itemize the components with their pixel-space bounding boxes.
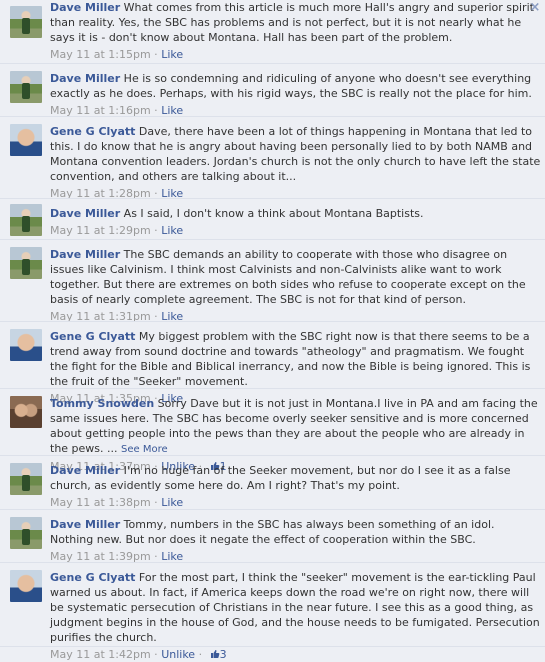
avatar[interactable]	[10, 396, 42, 428]
avatar[interactable]	[10, 570, 42, 602]
comment-item: Gene G Clyatt Dave, there have been a lo…	[0, 118, 545, 201]
meta-separator: ·	[150, 224, 162, 237]
comment-meta: May 11 at 1:29pm · Like	[50, 224, 541, 238]
meta-separator: ·	[150, 310, 162, 323]
comment-author[interactable]: Gene G Clyatt	[50, 330, 135, 343]
comment-timestamp[interactable]: May 11 at 1:29pm	[50, 224, 151, 237]
comment-text: What comes from this article is much mor…	[50, 1, 534, 44]
comment-item: Dave Miller As I said, I don't know a th…	[0, 200, 545, 240]
avatar[interactable]	[10, 463, 42, 495]
like-count[interactable]: 3	[220, 648, 227, 661]
comment-author[interactable]: Dave Miller	[50, 518, 120, 531]
comment-item: Tommy Snowden Sorry Dave but it is not j…	[0, 390, 545, 473]
comment-timestamp[interactable]: May 11 at 1:42pm	[50, 648, 151, 661]
comment-timestamp[interactable]: May 11 at 1:28pm	[50, 187, 151, 200]
comment-body: Dave Miller As I said, I don't know a th…	[50, 206, 541, 238]
meta-separator: ·	[150, 104, 162, 117]
meta-separator: ·	[195, 648, 206, 661]
comment-item: Gene G Clyatt For the most part, I think…	[0, 564, 545, 661]
comment-item: Dave Miller I'm no huge fan of the Seeke…	[0, 457, 545, 510]
like-link[interactable]: Like	[161, 187, 183, 200]
comment-item: Gene G Clyatt My biggest problem with th…	[0, 323, 545, 405]
comment-author[interactable]: Dave Miller	[50, 1, 120, 14]
like-link[interactable]: Like	[161, 550, 183, 563]
comment-timestamp[interactable]: May 11 at 1:15pm	[50, 48, 151, 61]
comment-author[interactable]: Dave Miller	[50, 72, 120, 85]
comment-item: Dave Miller What comes from this article…	[0, 0, 545, 64]
avatar[interactable]	[10, 204, 42, 236]
close-icon[interactable]: ×	[529, 1, 541, 14]
comment-timestamp[interactable]: May 11 at 1:16pm	[50, 104, 151, 117]
comment-body: Dave Miller He is so condemning and ridi…	[50, 71, 541, 118]
comment-author[interactable]: Dave Miller	[50, 464, 120, 477]
comment-item: Dave Miller The SBC demands an ability t…	[0, 241, 545, 324]
comment-body: Dave Miller I'm no huge fan of the Seeke…	[50, 463, 541, 510]
comment-text: I'm no huge fan of the Seeker movement, …	[50, 464, 511, 492]
see-more-link[interactable]: See More	[121, 444, 168, 455]
comment-meta: May 11 at 1:31pm · Like	[50, 310, 541, 324]
avatar[interactable]	[10, 71, 42, 103]
comment-timestamp[interactable]: May 11 at 1:38pm	[50, 496, 151, 509]
comment-body: Gene G Clyatt Dave, there have been a lo…	[50, 124, 541, 201]
comment-author[interactable]: Gene G Clyatt	[50, 125, 135, 138]
comment-meta: May 11 at 1:38pm · Like	[50, 496, 541, 510]
comment-author[interactable]: Dave Miller	[50, 248, 120, 261]
like-link[interactable]: Like	[161, 496, 183, 509]
like-link[interactable]: Like	[161, 310, 183, 323]
comment-item: Dave Miller He is so condemning and ridi…	[0, 65, 545, 117]
avatar[interactable]	[10, 247, 42, 279]
unlike-link[interactable]: Unlike	[161, 648, 195, 661]
meta-separator: ·	[150, 648, 162, 661]
comment-meta: May 11 at 1:39pm · Like	[50, 550, 541, 564]
comment-thread: Dave Miller What comes from this article…	[0, 0, 545, 661]
comment-author[interactable]: Tommy Snowden	[50, 397, 154, 410]
like-link[interactable]: Like	[161, 48, 183, 61]
comment-meta: May 11 at 1:28pm · Like	[50, 187, 541, 201]
avatar[interactable]	[10, 517, 42, 549]
comment-body: Gene G Clyatt For the most part, I think…	[50, 570, 541, 662]
avatar[interactable]	[10, 6, 42, 38]
comment-meta: May 11 at 1:15pm · Like	[50, 48, 541, 62]
meta-separator: ·	[150, 48, 162, 61]
comment-body: Dave Miller Tommy, numbers in the SBC ha…	[50, 517, 541, 564]
like-link[interactable]: Like	[161, 104, 183, 117]
comment-text: He is so condemning and ridiculing of an…	[50, 72, 532, 100]
comment-meta: May 11 at 1:16pm · Like	[50, 104, 541, 118]
avatar[interactable]	[10, 329, 42, 361]
meta-separator: ·	[150, 496, 162, 509]
comment-text: The SBC demands an ability to cooperate …	[50, 248, 526, 306]
meta-separator: ·	[150, 187, 162, 200]
comment-timestamp[interactable]: May 11 at 1:31pm	[50, 310, 151, 323]
comment-body: Dave Miller The SBC demands an ability t…	[50, 247, 541, 324]
avatar[interactable]	[10, 124, 42, 156]
comment-body: Dave Miller What comes from this article…	[50, 0, 541, 62]
thumbs-up-icon[interactable]	[210, 649, 220, 659]
comment-timestamp[interactable]: May 11 at 1:39pm	[50, 550, 151, 563]
comment-author[interactable]: Dave Miller	[50, 207, 120, 220]
meta-separator: ·	[150, 550, 162, 563]
comment-meta: May 11 at 1:42pm · Unlike · 3	[50, 648, 541, 662]
comment-author[interactable]: Gene G Clyatt	[50, 571, 135, 584]
like-link[interactable]: Like	[161, 224, 183, 237]
comment-text: As I said, I don't know a think about Mo…	[123, 207, 424, 220]
comment-item: Dave Miller Tommy, numbers in the SBC ha…	[0, 511, 545, 563]
